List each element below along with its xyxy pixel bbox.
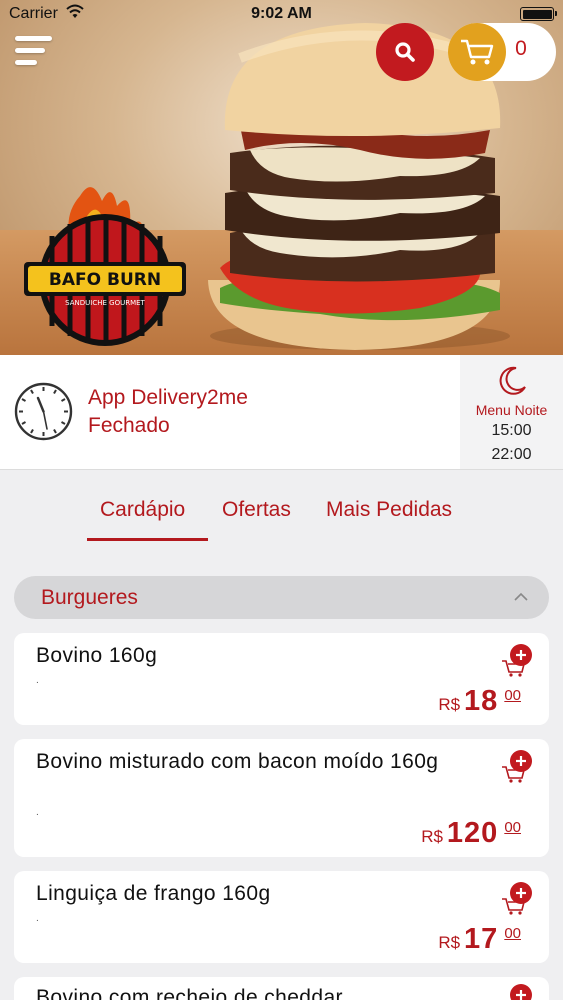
product-description: . (36, 807, 39, 818)
product-price: R$ 120 00 (421, 817, 521, 850)
product-description: . (36, 913, 39, 924)
price-integer: 18 (464, 685, 499, 717)
price-cents: 00 (504, 687, 521, 704)
product-name: Bovino 160g (36, 644, 158, 667)
menu-tabs: Cardápio Ofertas Mais Pedidas (0, 470, 563, 550)
close-time: 22:00 (491, 446, 532, 463)
battery-icon (520, 7, 557, 21)
product-price: R$ 18 00 (438, 685, 521, 718)
price-integer: 17 (464, 923, 499, 955)
category-label: Burgueres (41, 586, 138, 609)
add-to-cart-icon[interactable] (500, 643, 534, 677)
search-icon (395, 42, 415, 62)
hamburger-menu-button[interactable] (15, 36, 52, 66)
price-currency: R$ (421, 827, 443, 846)
menu-period-label: Menu Noite (475, 402, 548, 418)
chevron-up-icon (514, 592, 528, 601)
product-name: Bovino misturado com bacon moído 160g (36, 750, 439, 773)
category-header[interactable]: Burgueres (14, 576, 549, 619)
product-name: Linguiça de frango 160g (36, 882, 271, 905)
clock-icon (14, 382, 73, 441)
tab-mais-pedidas[interactable]: Mais Pedidas (326, 498, 452, 522)
cart-count: 0 (515, 37, 527, 60)
menu-hours-panel: Menu Noite 15:00 22:00 (460, 355, 563, 469)
tab-cardapio[interactable]: Cardápio (100, 498, 185, 522)
cart-icon-circle[interactable] (448, 23, 506, 81)
price-cents: 00 (504, 819, 521, 836)
product-description: . (36, 675, 39, 686)
product-card[interactable]: Bovino 160g . R$ 18 00 (14, 633, 549, 725)
store-status: Fechado (88, 414, 170, 437)
search-button[interactable] (376, 23, 434, 81)
price-cents: 00 (504, 925, 521, 942)
price-currency: R$ (438, 933, 461, 952)
logo-subtext: SANDUICHE GOURMET (65, 299, 145, 307)
hamburger-bar (15, 36, 52, 41)
add-to-cart-icon[interactable] (500, 983, 534, 1000)
product-card[interactable]: Bovino misturado com bacon moído 160g . … (14, 739, 549, 857)
hamburger-bar (15, 48, 45, 53)
product-price: R$ 17 00 (438, 923, 521, 956)
brand-logo: BAFO BURN SANDUICHE GOURMET (24, 187, 186, 346)
logo-text: BAFO BURN (49, 270, 161, 290)
product-card[interactable]: Linguiça de frango 160g . R$ 17 00 (14, 871, 549, 963)
open-time: 15:00 (491, 422, 532, 439)
hamburger-bar (15, 60, 37, 65)
price-currency: R$ (438, 695, 461, 714)
store-name: App Delivery2me (88, 386, 248, 409)
tab-ofertas[interactable]: Ofertas (222, 498, 291, 522)
status-bar: Carrier 9:02 AM (0, 0, 563, 28)
product-card[interactable]: Bovino com recheio de cheddar (14, 977, 549, 1000)
store-info-bar: App Delivery2me Fechado Menu Noite 15:00… (0, 355, 563, 470)
status-time: 9:02 AM (251, 5, 312, 22)
cart-icon (461, 39, 494, 65)
product-name: Bovino com recheio de cheddar (36, 986, 343, 1000)
add-to-cart-icon[interactable] (500, 749, 534, 783)
active-tab-indicator (87, 538, 208, 541)
add-to-cart-icon[interactable] (500, 881, 534, 915)
moon-icon (499, 366, 526, 395)
price-integer: 120 (446, 817, 499, 849)
